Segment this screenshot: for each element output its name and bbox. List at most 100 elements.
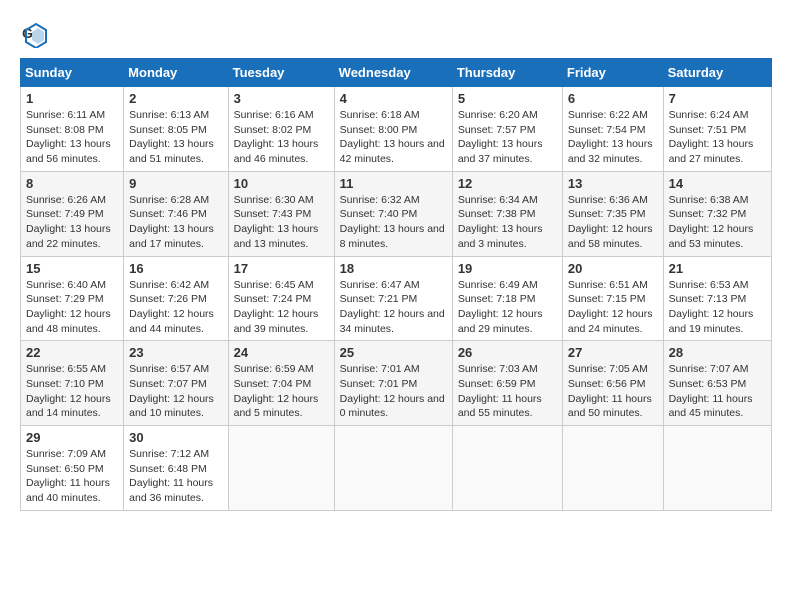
- calendar-cell: 6 Sunrise: 6:22 AM Sunset: 7:54 PM Dayli…: [562, 87, 663, 172]
- day-info: Sunrise: 6:38 AM Sunset: 7:32 PM Dayligh…: [669, 193, 766, 252]
- header-wednesday: Wednesday: [334, 59, 452, 87]
- day-number: 16: [129, 261, 222, 276]
- day-number: 1: [26, 91, 118, 106]
- day-info: Sunrise: 6:57 AM Sunset: 7:07 PM Dayligh…: [129, 362, 222, 421]
- day-info: Sunrise: 6:36 AM Sunset: 7:35 PM Dayligh…: [568, 193, 658, 252]
- calendar-cell: 14 Sunrise: 6:38 AM Sunset: 7:32 PM Dayl…: [663, 171, 771, 256]
- day-number: 17: [234, 261, 329, 276]
- day-info: Sunrise: 6:42 AM Sunset: 7:26 PM Dayligh…: [129, 278, 222, 337]
- day-number: 28: [669, 345, 766, 360]
- day-info: Sunrise: 6:24 AM Sunset: 7:51 PM Dayligh…: [669, 108, 766, 167]
- day-number: 14: [669, 176, 766, 191]
- day-number: 26: [458, 345, 557, 360]
- day-number: 13: [568, 176, 658, 191]
- day-number: 6: [568, 91, 658, 106]
- calendar-cell: 7 Sunrise: 6:24 AM Sunset: 7:51 PM Dayli…: [663, 87, 771, 172]
- calendar-cell: 18 Sunrise: 6:47 AM Sunset: 7:21 PM Dayl…: [334, 256, 452, 341]
- day-number: 9: [129, 176, 222, 191]
- calendar-cell: [334, 426, 452, 511]
- day-info: Sunrise: 6:32 AM Sunset: 7:40 PM Dayligh…: [340, 193, 447, 252]
- week-row-5: 29 Sunrise: 7:09 AM Sunset: 6:50 PM Dayl…: [21, 426, 772, 511]
- day-number: 21: [669, 261, 766, 276]
- day-number: 15: [26, 261, 118, 276]
- day-info: Sunrise: 6:16 AM Sunset: 8:02 PM Dayligh…: [234, 108, 329, 167]
- calendar-cell: 20 Sunrise: 6:51 AM Sunset: 7:15 PM Dayl…: [562, 256, 663, 341]
- calendar-cell: 25 Sunrise: 7:01 AM Sunset: 7:01 PM Dayl…: [334, 341, 452, 426]
- day-info: Sunrise: 6:55 AM Sunset: 7:10 PM Dayligh…: [26, 362, 118, 421]
- day-info: Sunrise: 7:05 AM Sunset: 6:56 PM Dayligh…: [568, 362, 658, 421]
- day-number: 8: [26, 176, 118, 191]
- day-info: Sunrise: 6:45 AM Sunset: 7:24 PM Dayligh…: [234, 278, 329, 337]
- day-number: 2: [129, 91, 222, 106]
- day-info: Sunrise: 6:59 AM Sunset: 7:04 PM Dayligh…: [234, 362, 329, 421]
- day-number: 3: [234, 91, 329, 106]
- calendar-cell: 22 Sunrise: 6:55 AM Sunset: 7:10 PM Dayl…: [21, 341, 124, 426]
- calendar-cell: 30 Sunrise: 7:12 AM Sunset: 6:48 PM Dayl…: [124, 426, 228, 511]
- calendar-cell: 10 Sunrise: 6:30 AM Sunset: 7:43 PM Dayl…: [228, 171, 334, 256]
- calendar-cell: 27 Sunrise: 7:05 AM Sunset: 6:56 PM Dayl…: [562, 341, 663, 426]
- day-number: 5: [458, 91, 557, 106]
- logo-icon: G: [20, 20, 48, 48]
- day-info: Sunrise: 7:01 AM Sunset: 7:01 PM Dayligh…: [340, 362, 447, 421]
- day-info: Sunrise: 6:18 AM Sunset: 8:00 PM Dayligh…: [340, 108, 447, 167]
- day-info: Sunrise: 6:13 AM Sunset: 8:05 PM Dayligh…: [129, 108, 222, 167]
- day-number: 22: [26, 345, 118, 360]
- calendar-cell: 29 Sunrise: 7:09 AM Sunset: 6:50 PM Dayl…: [21, 426, 124, 511]
- day-number: 4: [340, 91, 447, 106]
- calendar-cell: 8 Sunrise: 6:26 AM Sunset: 7:49 PM Dayli…: [21, 171, 124, 256]
- day-info: Sunrise: 6:26 AM Sunset: 7:49 PM Dayligh…: [26, 193, 118, 252]
- calendar-cell: 24 Sunrise: 6:59 AM Sunset: 7:04 PM Dayl…: [228, 341, 334, 426]
- calendar-cell: [452, 426, 562, 511]
- calendar-cell: [562, 426, 663, 511]
- calendar-cell: 26 Sunrise: 7:03 AM Sunset: 6:59 PM Dayl…: [452, 341, 562, 426]
- calendar-cell: 9 Sunrise: 6:28 AM Sunset: 7:46 PM Dayli…: [124, 171, 228, 256]
- day-info: Sunrise: 6:28 AM Sunset: 7:46 PM Dayligh…: [129, 193, 222, 252]
- day-info: Sunrise: 6:51 AM Sunset: 7:15 PM Dayligh…: [568, 278, 658, 337]
- calendar-table: SundayMondayTuesdayWednesdayThursdayFrid…: [20, 58, 772, 511]
- header-saturday: Saturday: [663, 59, 771, 87]
- day-info: Sunrise: 7:12 AM Sunset: 6:48 PM Dayligh…: [129, 447, 222, 506]
- day-number: 23: [129, 345, 222, 360]
- day-number: 11: [340, 176, 447, 191]
- day-number: 18: [340, 261, 447, 276]
- day-number: 29: [26, 430, 118, 445]
- calendar-cell: 23 Sunrise: 6:57 AM Sunset: 7:07 PM Dayl…: [124, 341, 228, 426]
- day-info: Sunrise: 6:40 AM Sunset: 7:29 PM Dayligh…: [26, 278, 118, 337]
- day-info: Sunrise: 6:30 AM Sunset: 7:43 PM Dayligh…: [234, 193, 329, 252]
- calendar-cell: 28 Sunrise: 7:07 AM Sunset: 6:53 PM Dayl…: [663, 341, 771, 426]
- weekday-header-row: SundayMondayTuesdayWednesdayThursdayFrid…: [21, 59, 772, 87]
- calendar-cell: [228, 426, 334, 511]
- day-info: Sunrise: 6:47 AM Sunset: 7:21 PM Dayligh…: [340, 278, 447, 337]
- day-number: 25: [340, 345, 447, 360]
- day-info: Sunrise: 6:22 AM Sunset: 7:54 PM Dayligh…: [568, 108, 658, 167]
- calendar-cell: 2 Sunrise: 6:13 AM Sunset: 8:05 PM Dayli…: [124, 87, 228, 172]
- day-info: Sunrise: 6:11 AM Sunset: 8:08 PM Dayligh…: [26, 108, 118, 167]
- day-info: Sunrise: 6:49 AM Sunset: 7:18 PM Dayligh…: [458, 278, 557, 337]
- day-number: 10: [234, 176, 329, 191]
- day-number: 12: [458, 176, 557, 191]
- week-row-4: 22 Sunrise: 6:55 AM Sunset: 7:10 PM Dayl…: [21, 341, 772, 426]
- calendar-cell: 15 Sunrise: 6:40 AM Sunset: 7:29 PM Dayl…: [21, 256, 124, 341]
- calendar-cell: 5 Sunrise: 6:20 AM Sunset: 7:57 PM Dayli…: [452, 87, 562, 172]
- calendar-cell: 16 Sunrise: 6:42 AM Sunset: 7:26 PM Dayl…: [124, 256, 228, 341]
- day-number: 20: [568, 261, 658, 276]
- calendar-cell: 1 Sunrise: 6:11 AM Sunset: 8:08 PM Dayli…: [21, 87, 124, 172]
- header-monday: Monday: [124, 59, 228, 87]
- week-row-3: 15 Sunrise: 6:40 AM Sunset: 7:29 PM Dayl…: [21, 256, 772, 341]
- calendar-cell: [663, 426, 771, 511]
- day-number: 24: [234, 345, 329, 360]
- week-row-1: 1 Sunrise: 6:11 AM Sunset: 8:08 PM Dayli…: [21, 87, 772, 172]
- header: G: [20, 20, 772, 48]
- header-tuesday: Tuesday: [228, 59, 334, 87]
- day-info: Sunrise: 7:03 AM Sunset: 6:59 PM Dayligh…: [458, 362, 557, 421]
- day-info: Sunrise: 6:20 AM Sunset: 7:57 PM Dayligh…: [458, 108, 557, 167]
- day-info: Sunrise: 6:53 AM Sunset: 7:13 PM Dayligh…: [669, 278, 766, 337]
- calendar-cell: 19 Sunrise: 6:49 AM Sunset: 7:18 PM Dayl…: [452, 256, 562, 341]
- calendar-cell: 21 Sunrise: 6:53 AM Sunset: 7:13 PM Dayl…: [663, 256, 771, 341]
- header-friday: Friday: [562, 59, 663, 87]
- day-number: 27: [568, 345, 658, 360]
- day-info: Sunrise: 6:34 AM Sunset: 7:38 PM Dayligh…: [458, 193, 557, 252]
- logo: G: [20, 20, 52, 48]
- week-row-2: 8 Sunrise: 6:26 AM Sunset: 7:49 PM Dayli…: [21, 171, 772, 256]
- calendar-cell: 13 Sunrise: 6:36 AM Sunset: 7:35 PM Dayl…: [562, 171, 663, 256]
